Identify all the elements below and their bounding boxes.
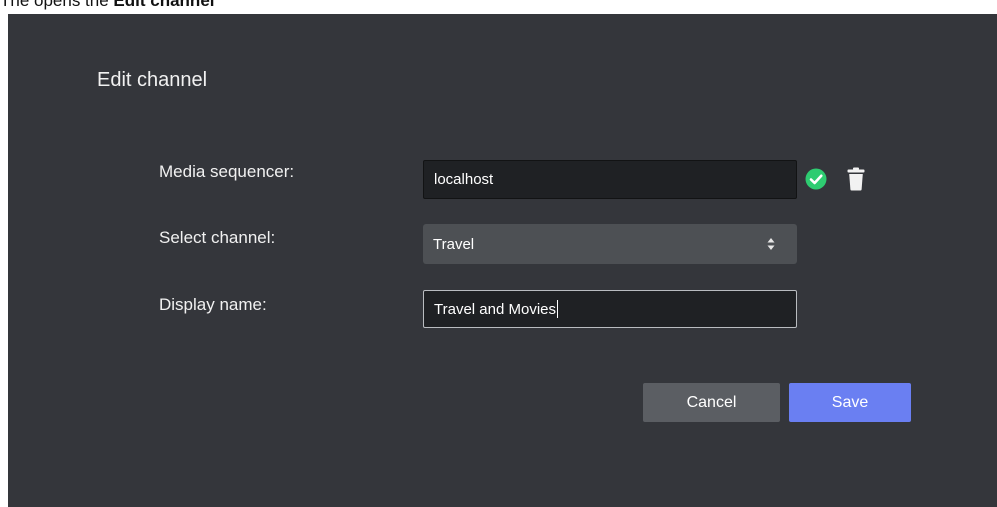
instruction-text-bold: Edit channel [113,0,215,10]
media-sequencer-input[interactable]: localhost [423,160,797,199]
text-cursor [557,300,558,318]
trash-icon[interactable] [847,167,865,191]
display-name-input[interactable]: Travel and Movies [423,290,797,328]
check-circle-icon [805,168,827,190]
save-button[interactable]: Save [789,383,911,422]
instruction-text-plain: The opens the [0,0,114,10]
select-channel-dropdown[interactable]: Travel [423,224,797,264]
media-sequencer-label: Media sequencer: [159,162,295,181]
display-name-value: Travel and Movies [434,300,556,318]
media-sequencer-value: localhost [434,171,494,188]
cancel-button[interactable]: Cancel [643,383,780,422]
sort-arrows-icon [767,238,775,250]
select-channel-label: Select channel: [159,228,276,247]
edit-channel-dialog: Edit channel Media sequencer: localhost … [8,14,997,507]
display-name-label: Display name: [159,295,267,314]
instruction-text: The opens the Edit channel [0,0,215,11]
select-channel-value: Travel [433,235,475,253]
dialog-title: Edit channel [97,69,208,91]
instruction-banner: The opens the Edit channel [0,0,997,14]
